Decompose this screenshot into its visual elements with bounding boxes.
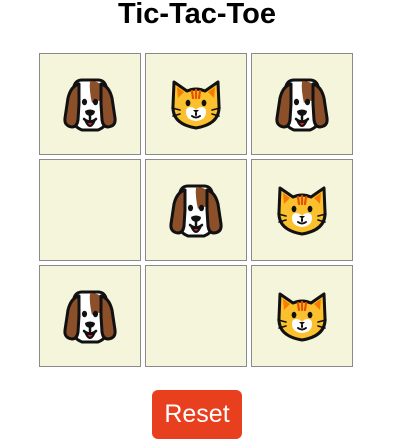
cat-face-icon [274,182,330,238]
board-cell[interactable] [251,265,353,367]
board-cell[interactable] [251,159,353,261]
game-title: Tic-Tac-Toe [118,0,276,30]
board-cell[interactable] [251,53,353,155]
cat-face-icon [168,76,224,132]
board-cell[interactable] [39,159,141,261]
board-cell[interactable] [39,53,141,155]
board-cell[interactable] [145,159,247,261]
game-board [39,53,357,367]
dog-face-icon [62,284,118,348]
dog-face-icon [62,72,118,136]
board-cell[interactable] [145,53,247,155]
board-cell[interactable] [145,265,247,367]
dog-face-icon [168,178,224,242]
reset-button[interactable]: Reset [152,390,242,439]
dog-face-icon [274,72,330,136]
cat-face-icon [274,288,330,344]
board-cell[interactable] [39,265,141,367]
